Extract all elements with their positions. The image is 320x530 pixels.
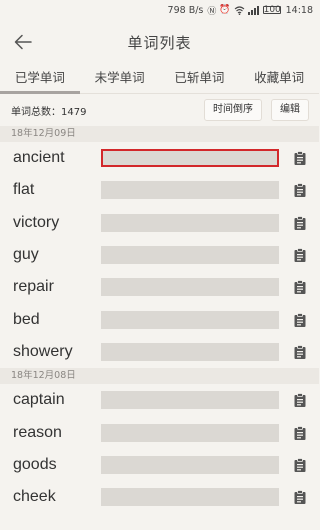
hidden-meaning-box[interactable]	[101, 149, 279, 168]
word-text: bed	[13, 310, 40, 328]
clipboard-icon[interactable]	[293, 392, 307, 408]
tab-unlearned-words[interactable]: 未学单词	[80, 64, 160, 93]
date-header: 18年12月09日	[0, 126, 319, 142]
tab-favorite-words[interactable]: 收藏单词	[239, 64, 319, 93]
hidden-meaning-box[interactable]	[101, 181, 279, 200]
word-row[interactable]: goods	[0, 449, 319, 481]
word-row[interactable]: victory	[0, 207, 319, 239]
alarm-icon: ⏰	[219, 5, 231, 15]
status-icons: Ⓝ ⏰ 100	[207, 4, 280, 17]
tab-mastered-words[interactable]: 已斩单词	[160, 64, 240, 93]
word-text: showery	[13, 342, 73, 360]
clipboard-icon[interactable]	[293, 150, 307, 166]
hidden-meaning-box[interactable]	[101, 310, 279, 329]
edit-button[interactable]: 编辑	[271, 99, 309, 121]
status-bar: 798 B/s Ⓝ ⏰ 100 14:18	[0, 0, 319, 20]
word-text: victory	[13, 213, 60, 231]
list-toolbar: 单词总数：1479 时间倒序 编辑	[0, 94, 319, 126]
word-text: guy	[13, 246, 39, 264]
tab-bar: 已学单词 未学单词 已斩单词 收藏单词	[0, 64, 319, 94]
arrow-left-icon	[14, 34, 32, 50]
title-bar: 单词列表	[0, 20, 319, 64]
tab-learned-words[interactable]: 已学单词	[0, 64, 80, 94]
word-text: goods	[13, 455, 57, 473]
word-row[interactable]: reason	[0, 416, 319, 448]
word-text: captain	[13, 391, 65, 409]
hidden-meaning-box[interactable]	[101, 246, 279, 265]
wifi-icon	[234, 5, 244, 15]
word-list: 18年12月09日 ancient flat victory guy repair bed s…	[0, 126, 319, 513]
hidden-meaning-box[interactable]	[101, 342, 279, 361]
word-row[interactable]: guy	[0, 239, 319, 271]
clipboard-icon[interactable]	[293, 182, 307, 198]
word-text: flat	[13, 181, 35, 199]
hidden-meaning-box[interactable]	[101, 423, 279, 442]
word-row[interactable]: bed	[0, 303, 319, 335]
word-text: repair	[13, 278, 54, 296]
page-title: 单词列表	[127, 33, 192, 52]
word-row[interactable]: flat	[0, 174, 319, 206]
hidden-meaning-box[interactable]	[101, 278, 279, 297]
clock: 14:18	[285, 4, 313, 16]
word-text: ancient	[13, 149, 65, 167]
hidden-meaning-box[interactable]	[101, 488, 279, 507]
word-row[interactable]: ancient	[0, 142, 319, 174]
word-count: 单词总数：1479	[11, 106, 87, 118]
hidden-meaning-box[interactable]	[101, 213, 279, 232]
hidden-meaning-box[interactable]	[101, 391, 279, 410]
back-button[interactable]	[8, 28, 38, 56]
nfc-icon: Ⓝ	[207, 6, 217, 17]
sort-button[interactable]: 时间倒序	[204, 99, 262, 121]
word-row[interactable]: repair	[0, 271, 319, 303]
clipboard-icon[interactable]	[293, 215, 307, 231]
clipboard-icon[interactable]	[293, 344, 307, 360]
clipboard-icon[interactable]	[293, 312, 307, 328]
clipboard-icon[interactable]	[293, 425, 307, 441]
signal-icon	[247, 5, 259, 15]
word-text: cheek	[13, 488, 56, 506]
clipboard-icon[interactable]	[293, 489, 307, 505]
clipboard-icon[interactable]	[293, 457, 307, 473]
word-text: reason	[13, 423, 62, 441]
network-speed: 798 B/s	[167, 4, 204, 16]
clipboard-icon[interactable]	[293, 247, 307, 263]
battery-icon: 100	[262, 5, 281, 15]
word-row[interactable]: showery	[0, 336, 319, 368]
date-header: 18年12月08日	[0, 368, 319, 385]
clipboard-icon[interactable]	[293, 279, 307, 295]
word-row[interactable]: cheek	[0, 481, 319, 513]
word-row[interactable]: captain	[0, 384, 319, 416]
hidden-meaning-box[interactable]	[101, 455, 279, 474]
